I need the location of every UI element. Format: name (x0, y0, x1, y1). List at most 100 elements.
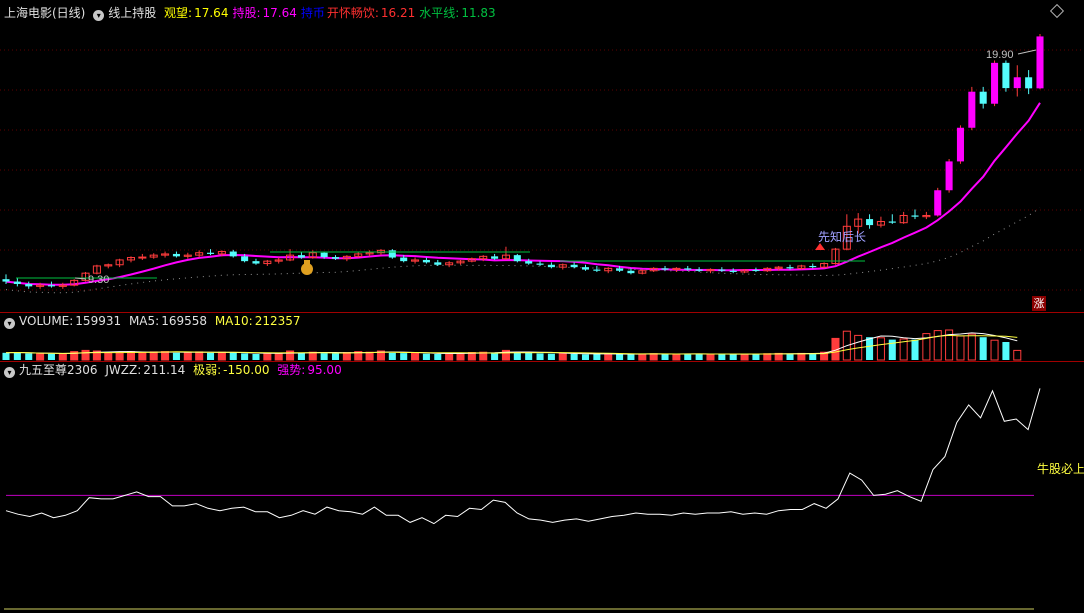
price-panel: 9.30 19.90 先知后长 上海电影(日线) ▾ 线上持股 观望: 17.64 持股:… (0, 0, 1084, 312)
candle-body (684, 268, 692, 270)
jwzz-line (5, 388, 1041, 525)
candle-body (547, 264, 555, 268)
candle-body (400, 257, 408, 262)
candle-body (229, 251, 237, 257)
candle-body (593, 269, 601, 271)
volume-bar (422, 353, 430, 360)
weak-value: -150.00 (223, 363, 270, 377)
volume-bar (627, 354, 635, 360)
volume-ma5-line (5, 332, 1018, 355)
volume-bar (456, 352, 465, 361)
volume-panel: ▾ VOLUME: 159931 MA5: 169558 MA10: 212357 (0, 313, 1084, 361)
candle-body (945, 161, 953, 191)
candle-body (570, 264, 578, 268)
volume-bar (229, 352, 237, 360)
ma10-label: MA10: (214, 314, 253, 328)
volume-bar (933, 330, 942, 361)
volume-bar (706, 353, 715, 361)
volume-bar (13, 352, 21, 360)
candle-body (809, 265, 817, 268)
legend-item: 持币 (300, 6, 325, 20)
volume-bar (956, 335, 965, 361)
candle-body (729, 270, 737, 272)
candle-body (581, 267, 590, 270)
volume-bar (161, 351, 170, 361)
candle-body (207, 252, 215, 254)
volume-bar (672, 353, 681, 361)
low-price-label: 9.30 (88, 274, 109, 286)
volume-bar (729, 354, 737, 360)
candle-body (786, 267, 794, 269)
jwzz-label: JWZZ: (105, 363, 142, 377)
formula-dropdown-icon[interactable]: ▾ (93, 10, 105, 21)
legend-item: 开怀畅饮: (326, 6, 379, 20)
volume-dropdown-icon[interactable]: ▾ (4, 318, 15, 329)
candle-body (1036, 36, 1044, 89)
volume-bar (638, 353, 647, 361)
volume-bar (684, 353, 692, 360)
volume-bar (979, 337, 987, 360)
volume-bar (2, 352, 10, 360)
volume-bar (47, 353, 55, 360)
candle-body (991, 62, 999, 104)
candle-body (866, 219, 874, 226)
up-arrow-icon (815, 243, 825, 250)
volume-bar (661, 354, 669, 360)
volume-bar (649, 353, 658, 361)
formula-name[interactable]: 线上持股 (108, 6, 156, 20)
volume-bar (183, 352, 192, 361)
volume-header: ▾ VOLUME: 159931 MA5: 169558 MA10: 212357 (4, 314, 305, 329)
volume-bar (752, 354, 760, 360)
volume-bar (604, 353, 613, 361)
money-bag-icon (301, 263, 313, 275)
volume-bar (263, 353, 272, 361)
price-legend: 观望: 17.64 持股: 17.64 持币 开怀畅饮: 16.21 水平线: 11.83 (164, 6, 500, 20)
volume-bar (491, 352, 499, 360)
volume-bar (990, 339, 999, 361)
strong-line-label: 牛股必上 (1037, 462, 1084, 476)
weak-label: 极弱: (193, 363, 222, 377)
candle-body (25, 283, 33, 287)
candle-body (1025, 77, 1033, 89)
volume-bar (365, 351, 374, 361)
candle-body (956, 127, 964, 162)
candle-body (1002, 62, 1010, 89)
volume-bar (581, 354, 590, 360)
volume-bar (786, 353, 794, 360)
volume-bar (297, 352, 305, 360)
indicator-dropdown-icon[interactable]: ▾ (4, 367, 15, 378)
volume-bar (241, 353, 249, 360)
ma5-label: MA5: (128, 314, 160, 328)
volume-value: 159931 (75, 314, 122, 328)
volume-bar (876, 337, 885, 361)
indicator-chart (4, 388, 1041, 610)
candle-body (47, 285, 55, 287)
candle-body (968, 91, 976, 128)
corner-badge: 涨 (1032, 296, 1046, 311)
volume-bar (342, 352, 351, 361)
candle-body (252, 261, 260, 264)
jwzz-value: 211.14 (143, 363, 186, 377)
candle-body (2, 279, 10, 282)
volume-bar (138, 352, 147, 361)
volume-bar (536, 353, 544, 360)
volume-bar (400, 353, 408, 360)
legend-item: 水平线: (419, 6, 460, 20)
legend-value: 11.83 (461, 6, 496, 20)
volume-bar (115, 351, 124, 361)
volume-bar (195, 351, 204, 361)
volume-bar (149, 351, 158, 361)
ma5-value: 169558 (161, 314, 207, 328)
volume-bar (616, 354, 624, 360)
price-chart: 9.30 19.90 先知后长 (0, 34, 1084, 294)
volume-bar (81, 349, 90, 361)
indicator-header: ▾ 九五至尊2306 JWZZ: 211.14 极弱: -150.00 强势: 95.0… (4, 363, 346, 378)
price-header: 上海电影(日线) ▾ 线上持股 观望: 17.64 持股: 17.64 持币 开怀畅饮: 16… (4, 6, 504, 21)
volume-bar (320, 353, 328, 360)
volume-bar (911, 339, 919, 360)
volume-bar (1002, 342, 1010, 360)
volume-bar (763, 353, 772, 361)
candle-body (525, 261, 533, 264)
strong-value: 95.00 (307, 363, 342, 377)
candle-body (979, 91, 987, 104)
